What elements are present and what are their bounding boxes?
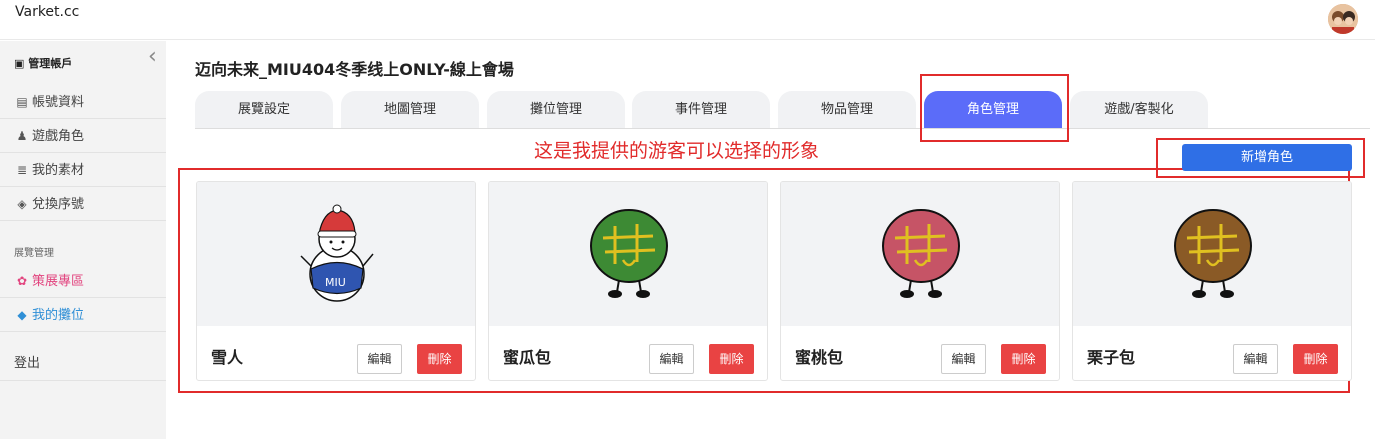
chestnut-bun-icon — [1174, 209, 1252, 298]
account-icon: ▣ — [14, 57, 29, 70]
collapse-sidebar-icon[interactable]: ‹ — [148, 46, 166, 69]
add-character-button[interactable]: 新增角色 — [1182, 144, 1352, 171]
top-bar: Varket.cc — [0, 0, 1375, 40]
id-card-icon: ▤ — [16, 95, 28, 109]
tab-event-management[interactable]: 事件管理 — [632, 91, 770, 128]
avatar[interactable] — [1328, 4, 1358, 34]
sidebar-item-game-character[interactable]: ♟ 遊戲角色 — [0, 119, 166, 153]
edit-button[interactable]: 編輯 — [649, 344, 694, 374]
annotation-text: 这是我提供的游客可以选择的形象 — [534, 140, 820, 162]
tab-exhibition-settings[interactable]: 展覽設定 — [195, 91, 333, 128]
tab-booth-management[interactable]: 攤位管理 — [487, 91, 625, 128]
svg-text:MIU: MIU — [325, 276, 346, 289]
character-card: 蜜桃包 編輯 刪除 — [780, 181, 1060, 381]
character-name: 蜜桃包 — [795, 348, 844, 367]
annotation-box-tab — [920, 74, 1069, 142]
character-name: 栗子包 — [1087, 348, 1136, 367]
edit-button[interactable]: 編輯 — [941, 344, 986, 374]
delete-button[interactable]: 刪除 — [1293, 344, 1338, 374]
delete-button[interactable]: 刪除 — [709, 344, 754, 374]
sidebar-item-logout[interactable]: 登出 — [0, 347, 166, 381]
character-image — [781, 182, 1059, 326]
peach-bun-icon — [882, 209, 960, 298]
person-icon: ♟ — [16, 129, 28, 143]
character-image — [489, 182, 767, 326]
cubes-icon: ✿ — [16, 274, 28, 288]
cube-icon: ◆ — [17, 308, 27, 322]
sidebar-item-redeem-code[interactable]: ◈ 兌換序號 — [0, 187, 166, 221]
sidebar-heading: ▣ 管理帳戶 — [14, 57, 73, 70]
edit-button[interactable]: 編輯 — [357, 344, 402, 374]
sidebar-item-my-assets[interactable]: ≣ 我的素材 — [0, 153, 166, 187]
character-card: MIU 雪人 編輯 刪除 — [196, 181, 476, 381]
tab-item-management[interactable]: 物品管理 — [778, 91, 916, 128]
delete-button[interactable]: 刪除 — [1001, 344, 1046, 374]
character-name: 雪人 — [211, 348, 244, 367]
character-card: 栗子包 編輯 刪除 — [1072, 181, 1352, 381]
sidebar-item-my-booth[interactable]: ◆ 我的攤位 — [0, 298, 166, 332]
sidebar: ‹ ▣ 管理帳戶 ▤ 帳號資料 ♟ 遊戲角色 ≣ 我的素材 ◈ 兌換序號 展覽管理 ✿ 策… — [0, 41, 166, 439]
sidebar-item-account-info[interactable]: ▤ 帳號資料 — [0, 85, 166, 119]
delete-button[interactable]: 刪除 — [417, 344, 462, 374]
character-name: 蜜瓜包 — [503, 348, 552, 367]
sidebar-item-curation[interactable]: ✿ 策展專區 — [0, 264, 166, 298]
sidebar-section-title: 展覽管理 — [14, 248, 54, 259]
character-card: 蜜瓜包 編輯 刪除 — [488, 181, 768, 381]
page-title: 迈向未来_MIU404冬季线上ONLY-線上會場 — [195, 60, 514, 79]
character-image: MIU — [197, 182, 475, 326]
tab-map-management[interactable]: 地圖管理 — [341, 91, 479, 128]
snowman-icon: MIU — [300, 204, 374, 302]
database-icon: ≣ — [16, 163, 28, 177]
brand-logo[interactable]: Varket.cc — [15, 4, 79, 20]
ticket-icon: ◈ — [17, 197, 27, 211]
character-image — [1073, 182, 1351, 326]
tab-bar: 展覽設定 地圖管理 攤位管理 事件管理 物品管理 角色管理 遊戲/客製化 — [195, 91, 1370, 129]
tab-game-customization[interactable]: 遊戲/客製化 — [1070, 91, 1208, 128]
melon-bun-icon — [590, 209, 668, 298]
edit-button[interactable]: 編輯 — [1233, 344, 1278, 374]
